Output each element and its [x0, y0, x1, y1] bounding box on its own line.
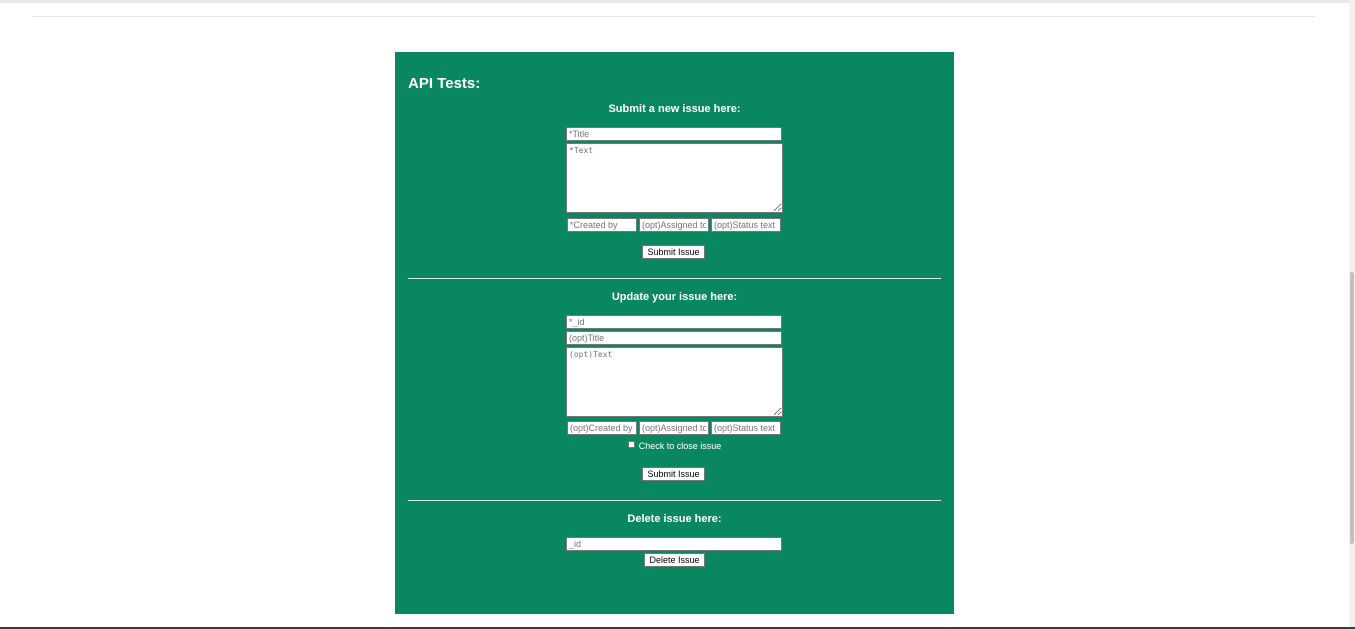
update-issue-id-input[interactable] [566, 315, 782, 329]
new-issue-assigned-to-input[interactable] [639, 218, 709, 232]
new-issue-title-input[interactable] [566, 127, 782, 141]
new-issue-submit-button[interactable]: Submit Issue [642, 245, 705, 259]
new-issue-created-by-input[interactable] [567, 218, 637, 232]
update-issue-submit-button[interactable]: Submit Issue [642, 467, 705, 481]
update-issue-title-input[interactable] [566, 331, 782, 345]
update-issue-text-input[interactable] [566, 347, 783, 417]
update-issue-status-text-input[interactable] [711, 421, 781, 435]
section-divider [408, 500, 941, 501]
window-top-border [0, 0, 1355, 3]
api-tests-panel: API Tests: Submit a new issue here: Subm… [395, 52, 954, 614]
new-issue-text-input[interactable] [566, 143, 783, 213]
scrollbar-thumb[interactable] [1350, 272, 1354, 544]
header-divider [33, 16, 1315, 17]
section-divider [408, 278, 941, 279]
update-issue-created-by-input[interactable] [567, 421, 637, 435]
panel-heading: API Tests: [408, 75, 481, 92]
close-issue-row: Check to close issue [395, 441, 954, 451]
new-issue-status-text-input[interactable] [711, 218, 781, 232]
delete-issue-id-input[interactable] [566, 537, 782, 551]
update-issue-title: Update your issue here: [611, 291, 738, 303]
close-issue-label: Check to close issue [638, 441, 722, 451]
delete-issue-button[interactable]: Delete Issue [644, 553, 705, 567]
update-issue-assigned-to-input[interactable] [639, 421, 709, 435]
close-issue-checkbox[interactable] [627, 441, 635, 448]
delete-issue-title: Delete issue here: [627, 513, 722, 525]
page-scrollbar[interactable] [1349, 0, 1355, 629]
new-issue-title: Submit a new issue here: [608, 103, 741, 115]
